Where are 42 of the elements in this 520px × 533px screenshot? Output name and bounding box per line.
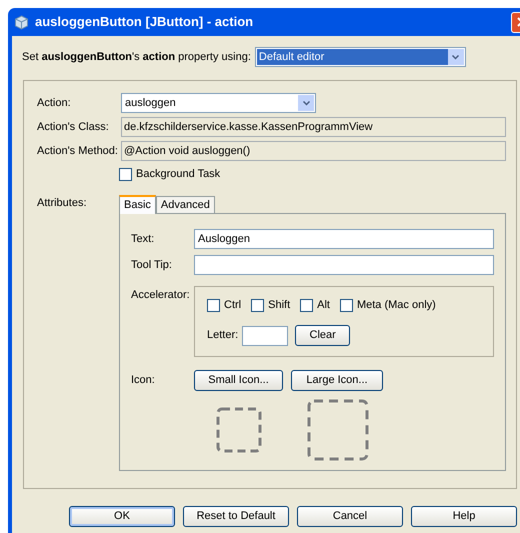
icon-button[interactable]: Large Icon... [291, 370, 383, 391]
cube-icon [14, 14, 29, 30]
source-label: Set ausloggenButton's action property using: [22, 50, 251, 65]
modifier-checkbox[interactable] [300, 299, 314, 312]
modifier-checkbox[interactable] [340, 299, 353, 312]
action-combo[interactable]: ausloggen [121, 93, 316, 113]
dialog-button[interactable]: OK [69, 506, 175, 527]
dialog-button[interactable]: Reset to Default [183, 506, 289, 527]
attributes-label: Attributes: [37, 196, 88, 211]
editor-dropdown[interactable]: Default editor [254, 47, 466, 67]
tab[interactable]: Advanced [156, 196, 215, 213]
readonly-field: @Action void ausloggen() [121, 141, 506, 161]
letter-label: Letter: [207, 328, 238, 344]
field-label: Action's Class: [37, 120, 110, 135]
checkbox-label: Meta (Mac only) [356, 298, 436, 314]
caret-icon [452, 54, 460, 60]
field-label: Accelerator: [131, 288, 191, 303]
clear-button[interactable]: Clear [295, 325, 350, 346]
readonly-field: de.kfzschilderservice.kasse.KassenProgrammView [121, 117, 506, 137]
icon-button[interactable]: Small Icon... [194, 370, 283, 391]
tool-tip-field[interactable] [194, 255, 494, 275]
large-icon-placeholder-icon [307, 399, 369, 461]
dialog-button[interactable]: Help [411, 506, 517, 527]
letter-field[interactable] [242, 326, 288, 346]
field-label: Icon: [131, 373, 156, 388]
text-field[interactable]: Ausloggen [194, 229, 494, 249]
tab[interactable]: Basic [119, 195, 156, 214]
field-label: Tool Tip: [131, 258, 173, 273]
checkbox-label: Shift [268, 298, 290, 314]
checkbox-label: Alt [317, 298, 330, 314]
checkbox-label: Ctrl [224, 298, 242, 314]
modifier-checkbox[interactable] [207, 299, 220, 312]
background-task-checkbox[interactable] [119, 168, 132, 181]
field-label: Action's Method: [37, 144, 119, 159]
caret-icon [302, 100, 310, 106]
field-label: Action: [37, 96, 72, 111]
checkbox-label: Background Task [136, 167, 220, 182]
small-icon-placeholder-icon [216, 407, 262, 453]
dialog-button[interactable]: Cancel [297, 506, 403, 527]
field-label: Text: [131, 232, 156, 247]
modifier-checkbox[interactable] [251, 299, 264, 312]
window-title: ausloggenButton [JButton] - action [35, 13, 254, 32]
